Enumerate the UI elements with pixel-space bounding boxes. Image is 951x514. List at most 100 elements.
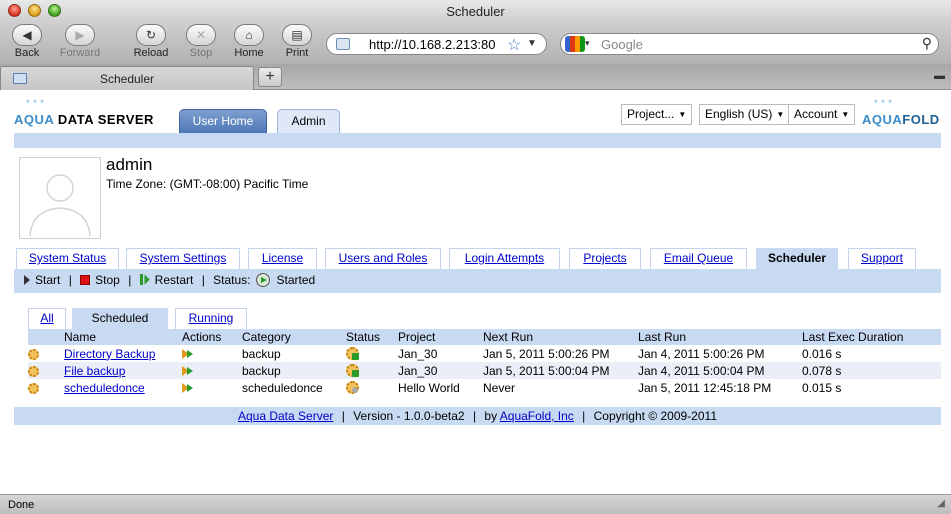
column-header-last-exec-duration[interactable]: Last Exec Duration [802, 329, 941, 345]
bookmark-star-icon[interactable]: ☆ [507, 35, 521, 55]
browser-tab-scheduler[interactable]: Scheduler [0, 66, 254, 90]
job-category: scheduledonce [242, 380, 323, 395]
page-icon [336, 38, 350, 50]
tab-admin[interactable]: Admin [277, 109, 340, 133]
restart-button[interactable]: Restart [139, 273, 194, 287]
job-duration: 0.016 s [802, 346, 842, 361]
restart-label: Restart [154, 273, 194, 287]
search-bar[interactable]: ▾ Google ⚲ [560, 33, 939, 55]
reload-button[interactable]: ↻ Reload [128, 24, 174, 59]
tab-license-link[interactable]: License [262, 251, 303, 265]
search-input[interactable]: Google [601, 37, 643, 52]
search-icon[interactable]: ⚲ [922, 35, 932, 52]
tab-system-settings[interactable]: System Settings [126, 248, 240, 269]
job-name-link[interactable]: File backup [64, 364, 125, 378]
job-gear-icon [28, 382, 39, 394]
project-select[interactable]: Project... ▼ [621, 104, 693, 125]
tab-users-and-roles[interactable]: Users and Roles [325, 248, 441, 269]
column-header-project[interactable]: Project [398, 329, 483, 345]
reload-icon: ↻ [136, 24, 166, 46]
tab-projects[interactable]: Projects [569, 248, 641, 269]
footer-version: Version - 1.0.0-beta2 [353, 409, 465, 423]
column-header-category[interactable]: Category [242, 329, 346, 345]
print-label: Print [285, 47, 309, 59]
job-category: backup [242, 363, 281, 378]
tab-system-status[interactable]: System Status [16, 248, 119, 269]
home-button[interactable]: ⌂ Home [226, 24, 272, 59]
job-last-run: Jan 4, 2011 5:00:04 PM [638, 363, 765, 378]
start-button[interactable]: Start [24, 273, 60, 287]
user-name: admin [106, 155, 153, 174]
separator: | [341, 409, 345, 423]
stop-scheduler-button[interactable]: Stop [80, 273, 120, 287]
separator: | [201, 273, 205, 287]
google-engine-icon[interactable] [565, 36, 585, 52]
subtab-running[interactable]: Running [175, 308, 247, 329]
tab-support[interactable]: Support [848, 248, 916, 269]
subtab-scheduled[interactable]: Scheduled [72, 308, 168, 329]
browser-toolbar: ◀ Back ▶ Forward ↻ Reload ✕ Stop ⌂ Home … [0, 22, 951, 64]
tab-login-attempts-link[interactable]: Login Attempts [465, 251, 544, 265]
new-tab-button[interactable]: + [258, 67, 282, 87]
url-bar[interactable]: http://10.168.2.213:8080 ☆ ▼ [326, 33, 547, 55]
tab-license[interactable]: License [248, 248, 317, 269]
aqua-data-server-logo: ° ° ° AQUA DATA SERVER [14, 98, 154, 127]
job-gear-icon [28, 348, 39, 360]
tab-email-queue-link[interactable]: Email Queue [664, 251, 733, 265]
subtab-running-link[interactable]: Running [189, 311, 234, 325]
job-name-link[interactable]: Directory Backup [64, 347, 155, 361]
stop-label: Stop [189, 47, 213, 59]
footer-company-link[interactable]: AquaFold, Inc [500, 409, 574, 423]
job-last-run: Jan 5, 2011 12:45:18 PM [638, 380, 772, 395]
tab-system-settings-link[interactable]: System Settings [140, 251, 227, 265]
browser-status-bar: Done ◢ [0, 494, 951, 514]
stop-button[interactable]: ✕ Stop [178, 24, 224, 59]
tab-projects-link[interactable]: Projects [583, 251, 626, 265]
chevron-down-icon: ▼ [841, 110, 850, 119]
tab-user-home[interactable]: User Home [179, 109, 267, 133]
separator: | [472, 409, 477, 423]
search-engine-dropdown-icon[interactable]: ▾ [585, 38, 590, 49]
run-job-icon[interactable] [182, 348, 194, 360]
logo-right-rest: FOLD [902, 112, 940, 127]
tab-system-status-link[interactable]: System Status [29, 251, 106, 265]
chevron-down-icon: ▼ [776, 110, 785, 119]
footer-product-link[interactable]: Aqua Data Server [238, 409, 333, 423]
table-row: File backup backup Jan_30 Jan 5, 2011 5:… [28, 362, 941, 379]
print-button[interactable]: ▤ Print [274, 24, 320, 59]
forward-button[interactable]: ▶ Forward [57, 24, 103, 59]
column-header-name[interactable]: Name [64, 329, 182, 345]
tab-support-link[interactable]: Support [861, 251, 903, 265]
separator: | [68, 273, 72, 287]
tab-scheduler[interactable]: Scheduler [756, 248, 838, 269]
job-name-link[interactable]: scheduledonce [64, 381, 145, 395]
tab-users-and-roles-link[interactable]: Users and Roles [339, 251, 428, 265]
url-text[interactable]: http://10.168.2.213:8080 [369, 37, 495, 52]
back-button[interactable]: ◀ Back [4, 24, 50, 59]
footer-copyright: Copyright © 2009-2011 [593, 409, 717, 423]
run-job-icon[interactable] [182, 365, 194, 377]
stop-square-icon [80, 275, 91, 285]
account-select-label: Account [794, 107, 838, 121]
column-header-status[interactable]: Status [346, 329, 398, 345]
scheduler-control-bar: Start | Stop | Restart | Status: Started [14, 269, 941, 293]
column-header-last-run[interactable]: Last Run [638, 329, 802, 345]
language-select-label: English (US) [705, 107, 773, 121]
resize-grip-icon[interactable]: ◢ [937, 498, 945, 509]
tab-login-attempts[interactable]: Login Attempts [449, 248, 560, 269]
url-history-dropdown-icon[interactable]: ▼ [527, 38, 537, 49]
subtab-all-link[interactable]: All [40, 311, 53, 325]
tab-list-icon[interactable]: ▬ [934, 70, 945, 82]
project-select-label: Project... [627, 107, 675, 121]
account-select[interactable]: Account ▼ [788, 104, 856, 125]
separator: | [582, 409, 586, 423]
tab-email-queue[interactable]: Email Queue [650, 248, 747, 269]
column-header-next-run[interactable]: Next Run [483, 329, 638, 345]
window-title: Scheduler [446, 4, 505, 19]
logo-right-aqua: AQUA [862, 112, 903, 127]
job-gear-icon [28, 365, 39, 377]
subtab-all[interactable]: All [28, 308, 66, 329]
language-select[interactable]: English (US) ▼ [699, 104, 791, 125]
run-job-icon[interactable] [182, 382, 194, 394]
job-next-run: Never [483, 380, 516, 395]
